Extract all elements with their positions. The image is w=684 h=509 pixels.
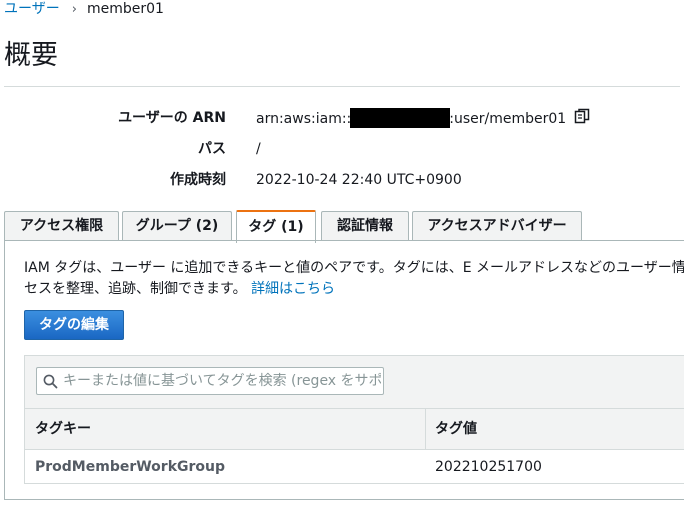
arn-suffix: :user/member01 [449,111,567,127]
breadcrumb-separator: › [71,2,77,17]
column-divider [425,409,426,449]
copy-icon[interactable] [574,108,590,130]
page-title: 概要 [4,40,58,71]
summary-created-row: 作成時刻 2022-10-24 22:40 UTC+0900 [0,170,684,190]
tab-panel-top-border [4,240,684,241]
table-row: ProdMemberWorkGroup 202210251700 [25,450,684,484]
path-label: パス [198,141,226,157]
tab-panel-bottom-border [4,499,684,500]
tab-credentials[interactable]: 認証情報 [321,211,409,240]
arn-value: arn:aws:iam:::user/member01 [256,108,590,130]
tag-key-cell: ProdMemberWorkGroup [35,459,226,475]
tags-description: IAM タグは、ユーザー に追加できるキーと値のペアです。タグには、E メールア… [24,258,684,300]
arn-prefix: arn:aws:iam:: [256,111,352,127]
learn-more-link[interactable]: 詳細はこちら [251,281,335,297]
summary-arn-row: ユーザーの ARN arn:aws:iam:::user/member01 [0,108,684,128]
tags-description-line-1: IAM タグは、ユーザー に追加できるキーと値のペアです。タグには、E メールア… [24,260,684,276]
created-value: 2022-10-24 22:40 UTC+0900 [256,172,462,188]
tab-bar: アクセス権限 グループ (2) タグ (1) 認証情報 アクセスアドバイザー [4,210,684,243]
path-value: / [256,141,261,157]
column-header-tag-key[interactable]: タグキー [35,409,91,449]
tags-description-line-2: セスを整理、追跡、制御できます。 詳細はこちら [24,279,684,300]
tab-tags[interactable]: タグ (1) [236,210,316,243]
table-toolbar [25,356,684,408]
breadcrumb: ユーザー › member01 [4,0,164,19]
breadcrumb-users-link[interactable]: ユーザー [4,1,60,17]
tab-panel-left-border [4,240,5,500]
table-header: タグキー タグ値 [25,408,684,450]
tab-access-advisor[interactable]: アクセスアドバイザー [412,211,582,240]
created-label: 作成時刻 [170,172,226,188]
column-header-tag-value[interactable]: タグ値 [435,409,477,449]
search-icon [43,374,58,393]
search-input[interactable] [63,368,381,394]
search-box[interactable] [36,367,384,395]
arn-label: ユーザーの ARN [118,110,226,126]
breadcrumb-current: member01 [86,1,164,17]
edit-tags-button[interactable]: タグの編集 [24,310,124,340]
tags-table: タグキー タグ値 ProdMemberWorkGroup 20221025170… [24,355,684,484]
title-divider [4,86,680,87]
tab-permissions[interactable]: アクセス権限 [4,211,119,240]
summary-path-row: パス / [0,139,684,159]
redaction-box [350,108,451,128]
tag-value-cell: 202210251700 [435,459,542,475]
tags-description-text: セスを整理、追跡、制御できます。 [24,281,247,297]
tab-groups[interactable]: グループ (2) [122,211,232,240]
